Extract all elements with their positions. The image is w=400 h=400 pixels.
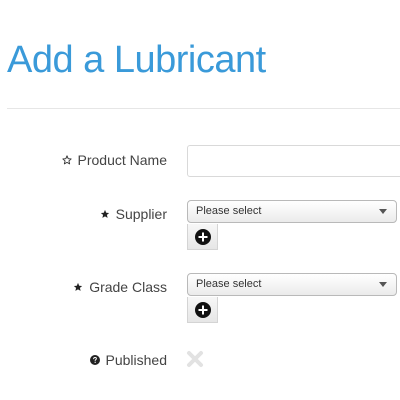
caret-down-icon xyxy=(379,209,387,214)
page-title: Add a Lubricant xyxy=(7,39,266,81)
grade-class-select-value: Please select xyxy=(196,278,262,290)
star-icon xyxy=(100,209,110,219)
supplier-label: Supplier xyxy=(100,206,167,222)
caret-down-icon xyxy=(379,282,387,287)
product-name-label: Product Name xyxy=(61,152,167,168)
add-supplier-button[interactable] xyxy=(187,224,218,250)
plus-circle-icon xyxy=(194,301,211,318)
grade-class-select[interactable]: Please select xyxy=(187,273,397,296)
grade-class-label: Grade Class xyxy=(73,279,167,295)
star-outline-icon xyxy=(61,155,72,165)
supplier-select[interactable]: Please select xyxy=(187,200,397,223)
supplier-label-text: Supplier xyxy=(115,206,167,222)
published-label: Published xyxy=(89,352,168,368)
header-divider xyxy=(7,108,400,109)
question-circle-icon xyxy=(89,355,100,365)
add-grade-class-button[interactable] xyxy=(187,297,218,323)
published-label-text: Published xyxy=(105,352,168,368)
x-icon xyxy=(187,351,203,367)
grade-class-label-text: Grade Class xyxy=(89,279,167,295)
plus-circle-icon xyxy=(194,228,211,245)
published-toggle[interactable] xyxy=(186,350,204,368)
product-name-input[interactable] xyxy=(187,145,400,177)
supplier-select-value: Please select xyxy=(196,205,262,217)
product-name-label-text: Product Name xyxy=(77,152,167,168)
star-icon xyxy=(73,282,83,292)
